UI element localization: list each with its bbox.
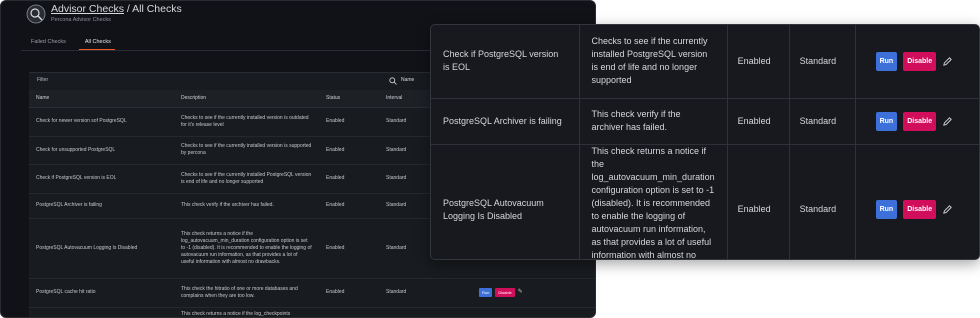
cell-name: PostgreSQL Archiver is failing	[29, 193, 174, 219]
table-row: PostgreSQL Archiver is failing This chec…	[431, 98, 979, 145]
pencil-icon[interactable]	[942, 56, 953, 67]
cell-status: Enabled	[319, 218, 379, 279]
column-header-description: Description	[174, 90, 319, 108]
cell-description: Checks to see if the currently installed…	[174, 164, 319, 194]
cell-status: Enabled	[727, 98, 790, 145]
cell-description: This check verify if the archiver has fa…	[174, 193, 319, 219]
cell-status: Enabled	[319, 164, 379, 194]
search-field-value: Name	[401, 77, 415, 83]
cell-description: This check the hitratio of one or more d…	[174, 278, 319, 308]
run-button[interactable]: Run	[875, 111, 898, 131]
row-actions: Run Disable	[875, 51, 979, 71]
search-icon	[389, 77, 397, 85]
cell-status: Enabled	[319, 193, 379, 219]
cell-name: Check if PostgreSQL version is EOL	[431, 25, 580, 99]
page-subtitle: Percona Advisor Checks	[51, 17, 111, 23]
breadcrumb-current: / All Checks	[123, 3, 182, 15]
filter-label: Filter	[37, 77, 49, 83]
run-button[interactable]: Run	[875, 200, 898, 219]
row-actions: Standard Run Disable ✎	[386, 288, 590, 297]
cell-name: PostgreSQL Autovacuum Logging Is Disable…	[431, 144, 580, 259]
cell-status: Enabled	[319, 278, 379, 308]
cell-description: This check returns a notice if the log_a…	[174, 218, 319, 279]
advisor-logo-icon	[26, 4, 46, 24]
disable-button[interactable]: Disable	[903, 51, 937, 71]
cell-description: This check returns a notice if the log_a…	[579, 144, 728, 259]
cell-actions: Run Disable	[855, 98, 979, 145]
row-actions: Run Disable	[875, 200, 979, 219]
cell-status	[319, 307, 379, 317]
column-header-status: Status	[319, 90, 379, 108]
cell-description: Checks to see if the currently installed…	[174, 107, 319, 137]
tab-bar: Failed Checks All Checks	[31, 39, 115, 50]
cell-name	[29, 307, 174, 317]
cell-status: Enabled	[727, 25, 790, 99]
cell-interval	[379, 307, 595, 317]
pencil-icon[interactable]	[942, 116, 953, 127]
disable-button[interactable]: Disable	[903, 111, 937, 131]
cell-description: This check returns a notice if the log_c…	[174, 307, 319, 317]
cell-interval: Standard Run Disable ✎	[379, 278, 595, 308]
cell-description: This check verify if the archiver has fa…	[579, 98, 728, 145]
zoomed-checks-table: Check if PostgreSQL version is EOL Check…	[431, 25, 979, 259]
cell-description: Checks to see if the currently installed…	[579, 25, 728, 99]
cell-name: PostgreSQL Autovacuum Logging Is Disable…	[29, 218, 174, 279]
disable-button[interactable]: Disable	[495, 288, 515, 297]
run-button[interactable]: Run	[479, 288, 493, 297]
page-title: Advisor Checks / All Checks	[51, 3, 182, 15]
table-row: Check if PostgreSQL version is EOL Check…	[431, 25, 979, 99]
cell-status: Enabled	[319, 136, 379, 165]
tab-all-checks[interactable]: All Checks	[78, 39, 115, 50]
row-actions: Run Disable	[875, 111, 979, 131]
cell-actions: Run Disable	[855, 25, 979, 99]
cell-name: PostgreSQL Archiver is failing	[431, 98, 580, 145]
cell-name: Check if PostgreSQL version is EOL	[29, 164, 174, 194]
cell-status: Enabled	[727, 144, 790, 259]
table-row: PostgreSQL Autovacuum Logging Is Disable…	[431, 144, 979, 259]
cell-name: Check for unsupported PostgreSQL	[29, 136, 174, 165]
cell-name: Check for newer version sof PostgreSQL	[29, 107, 174, 137]
column-header-name: Name	[29, 90, 174, 108]
cell-actions: Run Disable	[855, 144, 979, 259]
cell-description: Checks to see if the currently installed…	[174, 136, 319, 165]
cell-interval: Standard	[789, 144, 856, 259]
table-row: This check returns a notice if the log_c…	[29, 307, 595, 317]
disable-button[interactable]: Disable	[903, 200, 937, 219]
cell-interval: Standard	[789, 25, 856, 99]
breadcrumb-advisor-checks-link[interactable]: Advisor Checks	[51, 3, 124, 15]
cell-status: Enabled	[319, 107, 379, 137]
pencil-icon[interactable]	[942, 204, 953, 215]
table-row: PostgreSQL cache hit ratio This check th…	[29, 278, 595, 308]
pencil-icon[interactable]: ✎	[518, 289, 523, 296]
zoomed-rows-card: Check if PostgreSQL version is EOL Check…	[430, 24, 980, 260]
cell-interval: Standard	[789, 98, 856, 145]
tab-failed-checks[interactable]: Failed Checks	[31, 39, 66, 50]
cell-name: PostgreSQL cache hit ratio	[29, 278, 174, 308]
run-button[interactable]: Run	[875, 51, 898, 71]
cell-interval-value: Standard	[386, 289, 407, 295]
